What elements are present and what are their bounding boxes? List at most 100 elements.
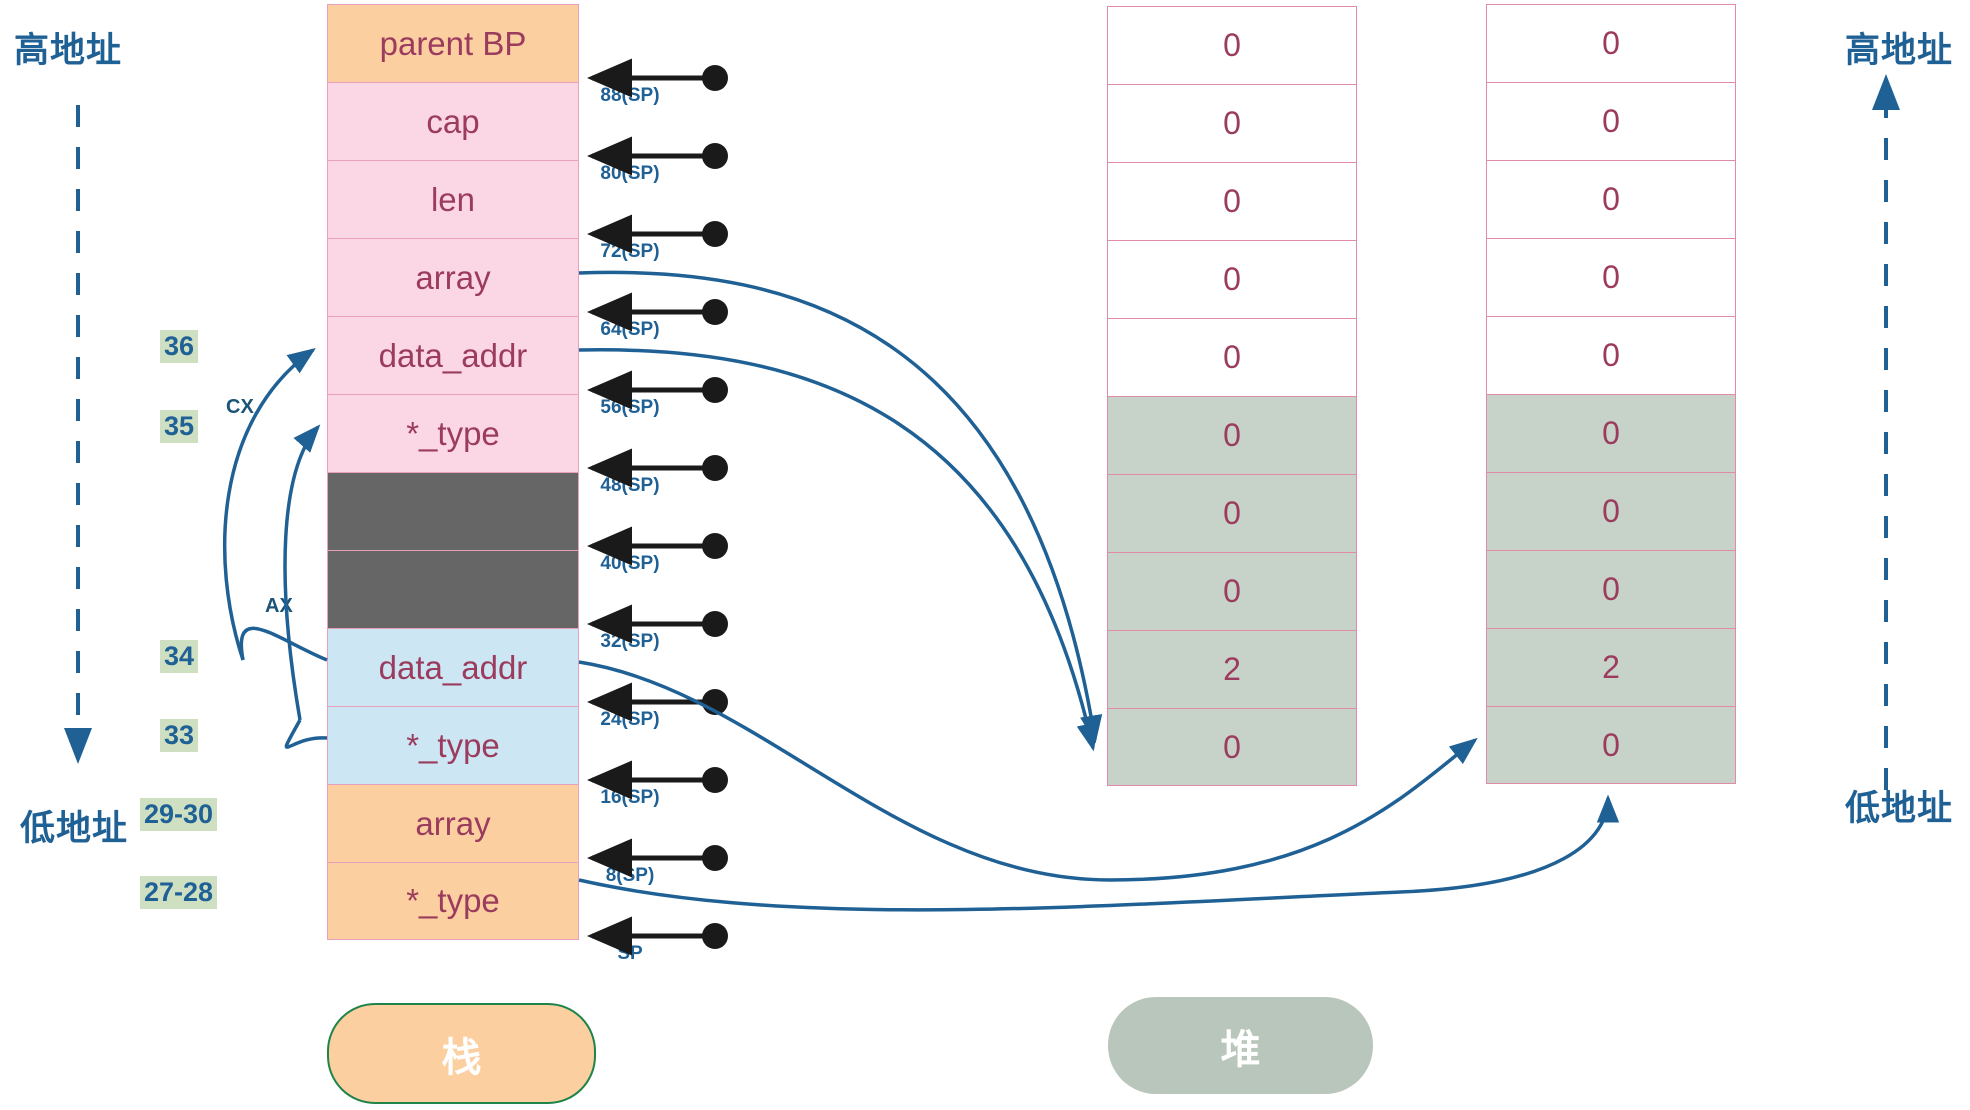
stack-cell: *_type — [327, 862, 579, 940]
heap-cell: 0 — [1107, 318, 1357, 396]
sp-offset-label: 48(SP) — [600, 475, 660, 496]
line-number-chip: 29-30 — [140, 798, 218, 831]
heap-cell-value: 0 — [1223, 183, 1241, 219]
heap-cell-value: 0 — [1602, 25, 1620, 61]
left-high-address-label: 高地址 — [14, 31, 123, 70]
heap-cell-value: 0 — [1602, 415, 1620, 451]
heap-cell: 0 — [1107, 708, 1357, 786]
sp-offset-label: 56(SP) — [600, 397, 660, 418]
stack-cell-label: data_addr — [378, 336, 528, 374]
stack-cell: data_addr — [327, 628, 579, 706]
diagram-canvas: 高地址 低地址 高地址 低地址 parent BP cap len array … — [0, 0, 1970, 1110]
stack-cell: *_type — [327, 394, 579, 472]
heap-cell-value: 0 — [1223, 573, 1241, 609]
heap-cell-value: 0 — [1223, 495, 1241, 531]
sp-offset-label: 24(SP) — [600, 709, 660, 730]
sp-pointer-arrows — [587, 58, 728, 956]
heap-cell-value: 0 — [1223, 339, 1241, 375]
sp-offset-label: 72(SP) — [600, 241, 660, 262]
heap-cell-value: 0 — [1602, 259, 1620, 295]
sp-offset-label: 8(SP) — [605, 865, 655, 886]
stack-cell-label: *_type — [406, 882, 500, 919]
heap-cell: 0 — [1107, 162, 1357, 240]
heap-cell: 0 — [1486, 238, 1736, 316]
heap-cell-value: 0 — [1602, 726, 1620, 763]
heap-cell: 0 — [1486, 4, 1736, 82]
heap-cell-value: 0 — [1223, 105, 1241, 141]
heap-cell: 2 — [1107, 630, 1357, 708]
heap-cell: 0 — [1486, 316, 1736, 394]
sp-offset-label: 16(SP) — [600, 787, 660, 808]
sp-offset-label: 40(SP) — [600, 553, 660, 574]
sp-offset-label: 88(SP) — [600, 85, 660, 106]
heap-cell: 0 — [1107, 84, 1357, 162]
heap-block-1: 0 0 0 0 0 0 0 0 2 0 — [1107, 6, 1357, 786]
stack-cell: array — [327, 238, 579, 316]
heap-cell: 0 — [1107, 396, 1357, 474]
heap-cell: 0 — [1107, 552, 1357, 630]
stack-cell-label: parent BP — [379, 24, 527, 62]
heap-cell: 2 — [1486, 628, 1736, 706]
stack-column: parent BP cap len array data_addr *_type… — [327, 4, 579, 940]
line-number-chip: 27-28 — [140, 876, 218, 909]
stack-cell: *_type — [327, 706, 579, 784]
right-high-address-label: 高地址 — [1845, 31, 1954, 70]
heap-cell: 0 — [1107, 474, 1357, 552]
stack-cell-label: data_addr — [378, 648, 528, 686]
heap-cell-value: 0 — [1602, 337, 1620, 373]
heap-cell: 0 — [1107, 6, 1357, 84]
legend-pill-heap-label: 堆 — [1220, 1027, 1261, 1072]
left-low-address-label: 低地址 — [20, 809, 129, 848]
stack-cell: len — [327, 160, 579, 238]
heap-cell-value: 0 — [1602, 571, 1620, 607]
heap-cell-value: 2 — [1602, 649, 1620, 685]
stack-cell-label: len — [430, 180, 476, 218]
legend-pill-stack: 栈 — [327, 1003, 596, 1104]
heap-cell-value: 0 — [1602, 103, 1620, 139]
heap-cell: 0 — [1486, 160, 1736, 238]
stack-cell-label: *_type — [406, 414, 500, 452]
heap-cell-value: 2 — [1223, 651, 1241, 687]
heap-cell: 0 — [1486, 472, 1736, 550]
ax-connector-to-pink-type — [283, 424, 321, 721]
heap-cell-value: 0 — [1223, 261, 1241, 297]
heap-cell: 0 — [1486, 706, 1736, 784]
stack-cell: cap — [327, 82, 579, 160]
stack-cell-unused — [327, 472, 579, 550]
heap-cell: 0 — [1107, 240, 1357, 318]
heap-cell-value: 0 — [1602, 493, 1620, 529]
stack-cell: parent BP — [327, 4, 579, 82]
stack-cell-label: array — [415, 258, 491, 296]
stack-cell-label: array — [415, 804, 491, 842]
heap-cell-value: 0 — [1223, 728, 1241, 765]
stack-to-heap-connectors — [578, 270, 1620, 912]
line-number-chip: 34 — [160, 640, 199, 673]
sp-offset-label: SP — [617, 943, 643, 964]
legend-pill-stack-label: 栈 — [441, 1035, 482, 1080]
stack-cell: array — [327, 784, 579, 862]
sp-offset-label: 32(SP) — [600, 631, 660, 652]
sp-offset-label: 64(SP) — [600, 319, 660, 340]
line-number-chip: 35 — [160, 410, 199, 443]
orange-array-to-heap2 — [578, 794, 1620, 912]
heap-cell-value: 0 — [1223, 27, 1241, 63]
stack-cell-label: cap — [426, 102, 480, 140]
line-number-chip: 33 — [160, 719, 199, 752]
heap-cell-value: 0 — [1223, 417, 1241, 453]
register-label-cx: CX — [226, 396, 254, 418]
pink-array-to-heap1 — [578, 270, 1103, 744]
line-number-chip: 36 — [160, 330, 199, 363]
blue-data-addr-origin-curve — [239, 626, 328, 662]
heap-cell: 0 — [1486, 394, 1736, 472]
legend-pill-heap: 堆 — [1108, 997, 1373, 1094]
right-low-address-label: 低地址 — [1845, 789, 1954, 828]
register-label-ax: AX — [265, 595, 293, 617]
heap-cell: 0 — [1486, 550, 1736, 628]
stack-cell-unused — [327, 550, 579, 628]
stack-cell: data_addr — [327, 316, 579, 394]
blue-type-origin-curve — [284, 719, 328, 749]
stack-cell-label: *_type — [406, 726, 500, 764]
heap-cell-value: 0 — [1602, 181, 1620, 217]
sp-offset-label: 80(SP) — [600, 163, 660, 184]
heap-block-2: 0 0 0 0 0 0 0 0 2 0 — [1486, 4, 1736, 784]
